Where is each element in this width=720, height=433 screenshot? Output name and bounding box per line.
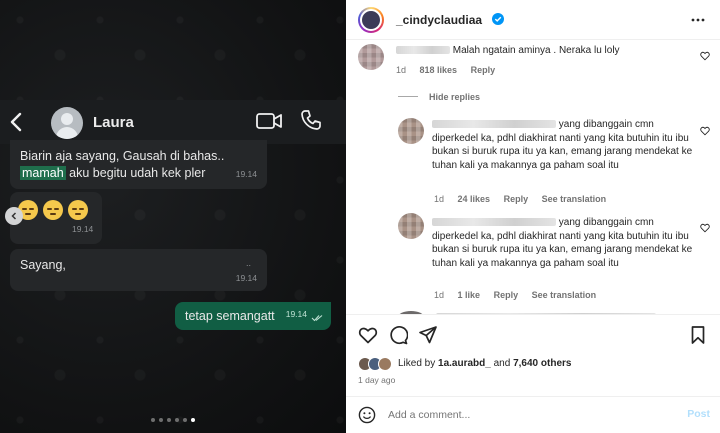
back-arrow-icon[interactable] (6, 110, 28, 134)
comment-age: 1d (434, 194, 445, 204)
author-avatar[interactable] (358, 7, 384, 33)
message-text: Biarin aja sayang, Gausah di bahas.. (20, 149, 225, 163)
message-text: Sayang, (20, 258, 66, 272)
see-translation-button[interactable]: See translation (542, 194, 607, 204)
carousel-prev-button[interactable] (5, 207, 23, 225)
carousel-dots (151, 418, 195, 422)
liked-by-text: Liked by 1a.aurabd_ and 7,640 others (398, 358, 571, 369)
search-highlight: mamah (20, 166, 66, 180)
comment-age: 1d (434, 290, 445, 300)
carousel-dot (159, 418, 163, 422)
comment-body: yang dibanggain cmn diperkedel ka, pdhl … (432, 216, 694, 270)
carousel-dot (167, 418, 171, 422)
liked-prefix: Liked by (398, 358, 439, 369)
add-comment-bar: Post (346, 396, 720, 433)
see-translation-button[interactable]: See translation (532, 290, 597, 300)
heart-outline-icon[interactable] (700, 126, 710, 136)
post-media[interactable]: Laura Biarin aja sayang, Gausah di bahas… (0, 0, 346, 433)
comment-meta: 1d 818 likes Reply (396, 65, 506, 75)
commenter-username-blurred[interactable] (396, 46, 450, 55)
comment-body: Malah ngatain aminya . Neraka lu loly (396, 44, 686, 58)
emoji-smile-icon[interactable] (358, 406, 376, 424)
comment-text: Malah ngatain aminya . Neraka lu loly (452, 45, 620, 56)
reply-button[interactable]: Reply (471, 65, 496, 75)
message-time: 19.14 (72, 224, 94, 234)
reply-button[interactable]: Reply (504, 194, 529, 204)
message-time: 19.14 (285, 309, 307, 319)
chevron-left-icon (11, 212, 17, 220)
comment-meta: 1d 1 like Reply See translation (434, 290, 607, 300)
heart-outline-icon[interactable] (700, 51, 710, 61)
comment-body: yang dibanggain cmn diperkedel ka, pdhl … (432, 118, 694, 172)
comment-reply: yang dibanggain cmn diperkedel ka, pdhl … (346, 112, 720, 212)
post-sidebar: _cindyclaudiaa Malah ngatain aminya . Ne… (346, 0, 720, 433)
phone-call-icon[interactable] (300, 109, 322, 131)
share-send-icon[interactable] (418, 325, 438, 345)
video-call-icon[interactable] (256, 111, 282, 131)
more-options-icon[interactable] (690, 12, 706, 28)
comment-age: 1d (396, 65, 407, 75)
message-text: aku begitu udah kek pler (65, 166, 206, 180)
comment-bubble-icon[interactable] (388, 325, 408, 345)
message-time: 19.14 (235, 169, 257, 179)
commenter-avatar-blurred[interactable] (398, 213, 424, 239)
message-time: 19.14 (235, 273, 257, 283)
carousel-dot (183, 418, 187, 422)
post-comment-button[interactable]: Post (687, 408, 710, 420)
comment-likes[interactable]: 24 likes (458, 194, 491, 204)
commenter-avatar-blurred[interactable] (398, 118, 424, 144)
post-timestamp[interactable]: 1 day ago (358, 375, 395, 385)
contact-name[interactable]: Laura (93, 114, 134, 131)
hide-replies-button[interactable]: Hide replies (429, 92, 480, 102)
commenter-username-blurred[interactable] (432, 218, 556, 227)
message-bubble: Biarin aja sayang, Gausah di bahas.. mam… (10, 140, 267, 189)
post-actions (346, 314, 720, 354)
verified-badge-icon (492, 13, 504, 25)
pensive-face-icon (43, 200, 63, 220)
message-bubble: 19.14 (10, 192, 102, 244)
pensive-face-icon (68, 200, 88, 220)
liked-user[interactable]: 1a.aurabd_ (438, 358, 491, 369)
message-text: tetap semangatt (185, 309, 275, 323)
message-bubble-outgoing: tetap semangatt 19.14 (175, 302, 331, 330)
carousel-dot (175, 418, 179, 422)
reply-button[interactable]: Reply (494, 290, 519, 300)
heart-outline-icon[interactable] (700, 223, 710, 233)
like-heart-icon[interactable] (358, 325, 378, 345)
save-bookmark-icon[interactable] (688, 325, 708, 345)
contact-avatar[interactable] (51, 107, 83, 139)
comment-likes[interactable]: 1 like (458, 290, 481, 300)
commenter-username-blurred[interactable] (432, 120, 556, 129)
carousel-dot-active (191, 418, 195, 422)
emoji-row (18, 200, 94, 223)
comment-reply: yang dibanggain cmn diperkedel ka, pdhl … (346, 207, 720, 307)
add-comment-input[interactable] (388, 409, 668, 421)
post-header: _cindyclaudiaa (346, 0, 720, 40)
author-username[interactable]: _cindyclaudiaa (396, 13, 482, 27)
carousel-dot (151, 418, 155, 422)
liked-count[interactable]: 7,640 others (513, 358, 571, 369)
message-bubble: Sayang, .. 19.14 (10, 249, 267, 291)
liked-mid: and (490, 358, 514, 369)
liked-by-avatars[interactable] (358, 356, 392, 372)
liker-avatar (378, 357, 392, 371)
replies-divider (398, 96, 418, 97)
comment-meta: 1d 24 likes Reply See translation (434, 194, 617, 204)
comment: Malah ngatain aminya . Neraka lu loly 1d… (346, 40, 720, 86)
commenter-avatar-blurred[interactable] (358, 44, 384, 70)
comment-likes[interactable]: 818 likes (420, 65, 458, 75)
double-check-icon (311, 315, 323, 322)
